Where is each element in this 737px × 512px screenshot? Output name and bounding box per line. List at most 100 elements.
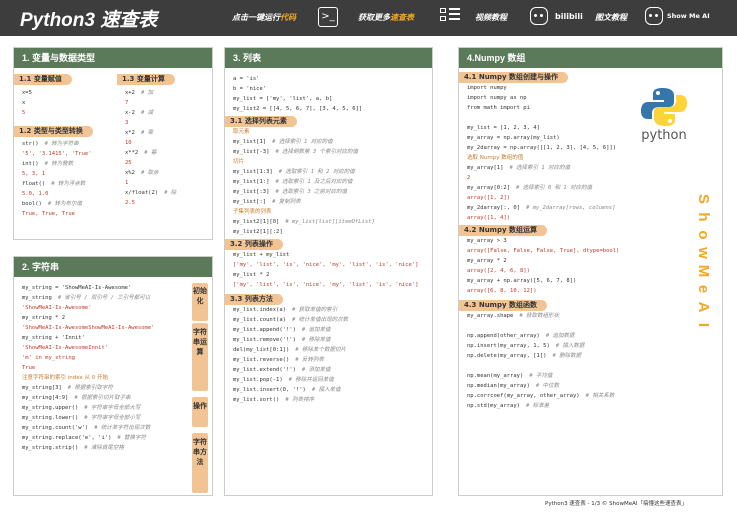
col4-funcs-line: np.mean(my_array) # 平均值 (467, 371, 722, 381)
col4-funcs-line: np.std(my_array) # 标准差 (467, 401, 722, 411)
run-code-link[interactable]: 点击一键运行代码 (232, 12, 296, 23)
col3-sel-line: 子集列表的列表 (233, 207, 432, 217)
code-text: from math import pi (467, 105, 530, 111)
col3-meth-line: my_list.append('!') # 追加某值 (233, 325, 432, 335)
col4-funcs-line: np.append(other_array) # 追加数据 (467, 331, 722, 341)
subsection-title-npops: 4.2 Numpy 数组运算 (459, 225, 547, 236)
code-text: my_list[1] (233, 139, 267, 145)
col2-lines-line: my_string[3] # 根据索引取字符 (22, 383, 187, 393)
col1-calc-line: 25 (125, 158, 214, 168)
col2-lines-line: True (22, 363, 187, 373)
code-text: import numpy (467, 85, 507, 91)
code-text: my_string (22, 295, 52, 301)
col4-create-line: 选取 Numpy 数组的值 (467, 153, 722, 163)
col4-funcs-line (467, 361, 722, 371)
col4-ops-line: array([6, 8, 10, 12]) (467, 286, 722, 296)
code-text: my_string * 2 (22, 315, 66, 321)
code-text: 1 (125, 180, 129, 186)
code-comment: # 追加某值 (301, 327, 331, 333)
code-comment: # 字符串字母全部大写 (84, 405, 141, 411)
grid-icon[interactable] (440, 8, 460, 28)
code-text: my_array = np.array(my_list) (467, 135, 560, 141)
code-text: my_list.extend('!') (233, 367, 296, 373)
code-text: my_list2[1][0] (233, 219, 280, 225)
col3-meth-line: my_list.insert(0, '!') # 插入某值 (233, 385, 432, 395)
code-text: my_string.replace('e', 'i') (22, 435, 112, 441)
col1-calc-line: x+2 # 加 (125, 88, 214, 98)
code-text: 2 (467, 175, 471, 181)
code-comment: # 标准差 (525, 403, 550, 409)
col2-lines-line: my_string.strip() # 清除首尾空格 (22, 443, 187, 453)
side-label-init: 初始化 (192, 283, 208, 321)
video-tutorial-link[interactable]: 视频教程 (475, 12, 507, 23)
code-text: my_2darray = np.array([[1, 2, 3], [4, 5,… (467, 145, 617, 151)
code-text: x%2 (125, 170, 135, 176)
code-line: b = 'nice' (233, 86, 267, 92)
col2-lines-line: my_string * 2 (22, 313, 187, 323)
subsection-title-ops: 3.2 列表操作 (225, 239, 283, 250)
code-text: my_list.remove('!') (233, 337, 296, 343)
code-text: 10 (125, 140, 132, 146)
code-text: my_string.count('w') (22, 425, 89, 431)
col1-calc-line: x*2 # 乘 (125, 128, 214, 138)
side-label-methods: 字符串方法 (192, 433, 208, 493)
code-text: 注意字符串的索引 index 从 0 开始 (22, 375, 109, 381)
bilibili-logo[interactable]: bilibili (555, 12, 583, 21)
code-text: 3 (125, 120, 129, 126)
subsection-title-calc: 1.3 变量计算 (117, 74, 175, 85)
code-comment: # 统计某字符出现次数 (94, 425, 151, 431)
subsection-title-funcs: 4.3 Numpy 数组函数 (459, 300, 547, 311)
col2-lines-line: my_string.replace('e', 'i') # 替换字符 (22, 433, 187, 443)
more-cheatsheets-link[interactable]: 获取更多速查表 (358, 12, 414, 23)
code-comment: # 统计某值出现的次数 (291, 317, 349, 323)
col2-lines-line: my_string.upper() # 字符串字母全部大写 (22, 403, 187, 413)
col4-funcs-line: np.insert(my_array, 1, 5) # 插入数据 (467, 341, 722, 351)
code-comment: # 选择索引 0 和 1 对应的值 (516, 185, 593, 191)
code-comment: # 乘 (140, 130, 154, 136)
header-bar: Python3 速查表 点击一键运行代码 >_ 获取更多速查表 视频教程 bil… (0, 0, 737, 36)
code-text: 'ShowMeAI-Is-AwesomeShowMeAI-Is-Awesome' (22, 325, 155, 331)
brand-name[interactable]: Show Me AI (667, 12, 710, 20)
code-text: 25 (125, 160, 132, 166)
code-text: my_list[:] (233, 199, 267, 205)
vertical-brand-letter: e (695, 284, 712, 294)
subsection-assign: 1.1 变量赋值 x=5 x 5 (14, 74, 114, 118)
robot-icon[interactable] (530, 7, 548, 25)
code-text: 5, 3, 1 (22, 171, 46, 177)
code-text: my_array > 3 (467, 238, 507, 244)
code-text: x/float(2) (125, 190, 159, 196)
side-label-ops: 字符串运算 (192, 323, 208, 391)
code-text: array([1, 4]) (467, 215, 511, 221)
terminal-icon[interactable]: >_ (318, 7, 338, 27)
code-text: my_list = [1, 2, 3, 4] (467, 125, 540, 131)
code-comment: # 转为布尔值 (47, 201, 82, 207)
subsection-title-assign: 1.1 变量赋值 (14, 74, 72, 85)
showmeai-icon[interactable] (645, 7, 663, 25)
code-comment: # 取余 (140, 170, 159, 176)
col1-types-line: str() # 转为字符串 (22, 139, 117, 149)
code-comment: # 添加某值 (301, 367, 331, 373)
col1-types-line: float() # 转为浮点数 (22, 179, 117, 189)
col1-types-line: 5.0, 1.0 (22, 189, 117, 199)
col2-lines-line: my_string + 'Innit' (22, 333, 187, 343)
side-label-operate: 操作 (192, 397, 208, 427)
col2-lines-line: 注意字符串的索引 index 从 0 开始 (22, 373, 187, 383)
code-text: 7 (125, 100, 129, 106)
col3-sel-line: my_list[-3] # 选择倒数第 3 个索引对应的值 (233, 147, 432, 157)
code-text: x*2 (125, 130, 135, 136)
code-comment: # 除 (164, 190, 177, 196)
section-variables: 1. 变量与数据类型 1.1 变量赋值 x=5 x 5 1.3 变量计算 x+2 # … (13, 47, 213, 240)
graphic-tutorial-link[interactable]: 图文教程 (595, 12, 627, 23)
code-text: my_list[1:3] (233, 169, 273, 175)
code-text: my_list[:3] (233, 189, 270, 195)
code-text: array([1, 2]) (467, 195, 511, 201)
col4-ops-line: my_array * 2 (467, 256, 722, 266)
code-comment: # 列表排序 (285, 397, 314, 403)
code-text: del(my_list[0:1]) (233, 347, 290, 353)
page-title: Python3 速查表 (20, 10, 158, 31)
code-comment: # 中位数 (535, 383, 560, 389)
section-strings: 2. 字符串 my_string = 'ShowMeAI-Is-Awesome'… (13, 256, 213, 496)
col4-funcs-line: np.delete(my_array, [1]) # 删除数据 (467, 351, 722, 361)
col4-ops-line: my_array + np.array([5, 6, 7, 8]) (467, 276, 722, 286)
col4-create-line: array([1, 4]) (467, 213, 722, 223)
